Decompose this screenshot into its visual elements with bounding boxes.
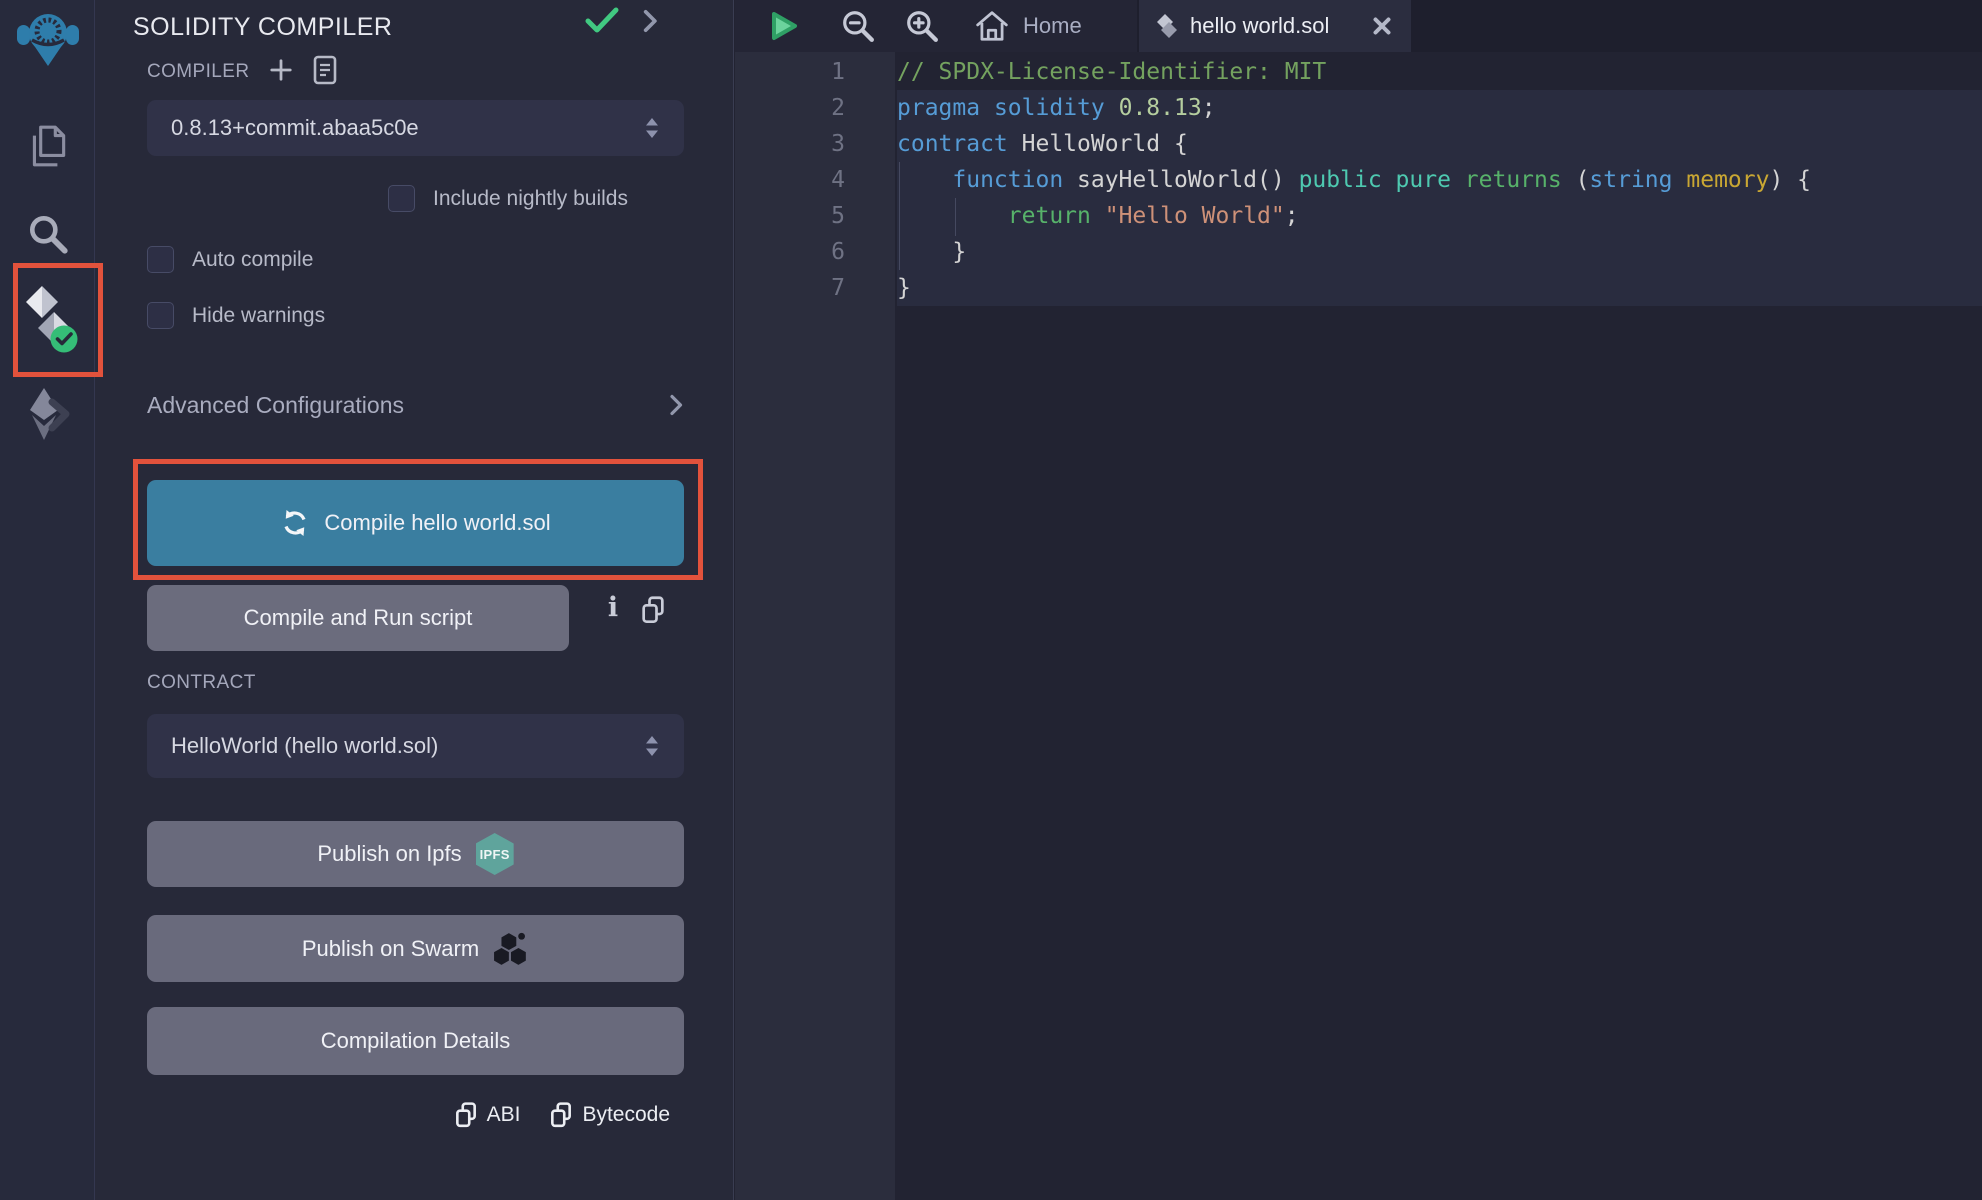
code-line-content: } [897,234,1982,270]
code-line[interactable]: 7} [735,270,1982,306]
bytecode-label: Bytecode [582,1103,670,1127]
compilation-details-button[interactable]: Compilation Details [147,1007,684,1075]
swarm-cubes-icon [493,932,529,966]
line-number: 3 [735,126,845,162]
compile-button[interactable]: Compile hello world.sol [147,480,684,566]
line-number: 4 [735,162,845,198]
code-line[interactable]: 1 // SPDX-License-Identifier: MIT [735,54,1982,90]
select-arrows-icon [644,733,660,759]
line-number: 2 [735,90,845,126]
code-line[interactable]: 2 pragma solidity 0.8.13; [735,90,1982,126]
code-line[interactable]: 3 contract HelloWorld { [735,126,1982,162]
compile-success-check-icon [585,6,619,39]
code-line[interactable]: 6 } [735,234,1982,270]
add-compiler-icon[interactable] [269,58,293,87]
compile-and-run-label: Compile and Run script [244,605,473,631]
deploy-run-icon[interactable] [0,386,95,442]
zoom-out-icon[interactable] [841,9,875,43]
close-icon[interactable] [1371,15,1393,37]
code-line[interactable]: 5 return "Hello World"; [735,198,1982,234]
refresh-icon [280,508,310,538]
hide-warnings-checkbox[interactable] [147,302,174,329]
tab-hello-world-sol[interactable]: hello world.sol [1139,0,1411,52]
abi-label: ABI [487,1103,521,1127]
compiler-version-select[interactable]: 0.8.13+commit.abaa5c0e [147,100,684,156]
code-line-content: return "Hello World"; [897,198,1982,234]
code-line[interactable]: 4 function sayHelloWorld() public pure r… [735,162,1982,198]
contract-section-label: CONTRACT [147,672,256,694]
indent-guide [899,162,900,270]
publish-ipfs-label: Publish on Ipfs [317,841,461,867]
run-script-play-icon[interactable] [769,9,799,43]
advanced-configurations-label: Advanced Configurations [147,392,668,419]
code-line-content: // SPDX-License-Identifier: MIT [897,54,1982,90]
home-icon [975,10,1009,42]
contract-select-value: HelloWorld (hello world.sol) [171,733,644,759]
compile-and-run-button[interactable]: Compile and Run script [147,585,569,651]
publish-ipfs-button[interactable]: Publish on Ipfs IPFS [147,821,684,887]
line-number: 1 [735,54,845,90]
home-tab-label: Home [1023,13,1082,39]
file-explorer-icon[interactable] [0,122,95,170]
tab-label: hello world.sol [1190,13,1358,39]
nightly-builds-label: Include nightly builds [433,187,628,211]
compiler-section-label: COMPILER [147,61,249,83]
compilation-details-label: Compilation Details [321,1028,511,1054]
compile-button-label: Compile hello world.sol [324,510,550,536]
zoom-in-icon[interactable] [905,9,939,43]
publish-swarm-button[interactable]: Publish on Swarm [147,915,684,982]
line-number: 6 [735,234,845,270]
code-lines: 1 // SPDX-License-Identifier: MIT 2 pragma … [735,54,1982,306]
remix-ide: SOLIDITY COMPILER COMPILER [0,0,1982,1200]
ipfs-badge-text: IPFS [480,847,510,862]
advanced-chevron-right-icon [668,392,684,418]
line-number: 5 [735,198,845,234]
code-editor[interactable]: 1 // SPDX-License-Identifier: MIT 2 pragma … [735,52,1982,1200]
code-line-content: pragma solidity 0.8.13; [897,90,1982,126]
hide-warnings-label: Hide warnings [192,304,325,328]
solidity-compiler-icon[interactable] [0,286,95,358]
code-line-content: } [897,270,1982,306]
line-number: 7 [735,270,845,306]
info-icon[interactable]: i [600,592,626,626]
remix-logo[interactable] [0,8,95,68]
copy-icon[interactable] [641,596,665,629]
panel-title: SOLIDITY COMPILER [133,13,393,42]
publish-swarm-label: Publish on Swarm [302,936,479,962]
indent-guide [955,198,956,236]
auto-compile-label: Auto compile [192,248,313,272]
editor-area: Home hello world.sol 1 // SPDX-License-Id… [735,0,1982,1200]
contract-select[interactable]: HelloWorld (hello world.sol) [147,714,684,778]
code-line-content: contract HelloWorld { [897,126,1982,162]
copy-bytecode-button[interactable]: Bytecode [550,1102,670,1128]
compiler-version-value: 0.8.13+commit.abaa5c0e [171,115,644,141]
code-line-content: function sayHelloWorld() public pure ret… [897,162,1982,198]
select-arrows-icon [644,115,660,141]
search-icon[interactable] [0,212,95,256]
copy-abi-button[interactable]: ABI [455,1102,521,1128]
copy-icon [455,1102,477,1128]
solidity-file-icon [1157,12,1177,40]
tab-home[interactable]: Home [975,10,1082,42]
script-file-icon[interactable] [313,55,337,90]
nightly-builds-checkbox[interactable] [388,185,415,212]
auto-compile-checkbox[interactable] [147,246,174,273]
icon-sidebar [0,0,95,1200]
advanced-configurations-toggle[interactable]: Advanced Configurations [147,388,684,422]
ipfs-cube-icon: IPFS [476,833,514,875]
panel-chevron-right-icon[interactable] [641,8,659,39]
solidity-compiler-panel: SOLIDITY COMPILER COMPILER [95,0,734,1200]
editor-tab-bar: Home hello world.sol [735,0,1982,52]
copy-icon [550,1102,572,1128]
